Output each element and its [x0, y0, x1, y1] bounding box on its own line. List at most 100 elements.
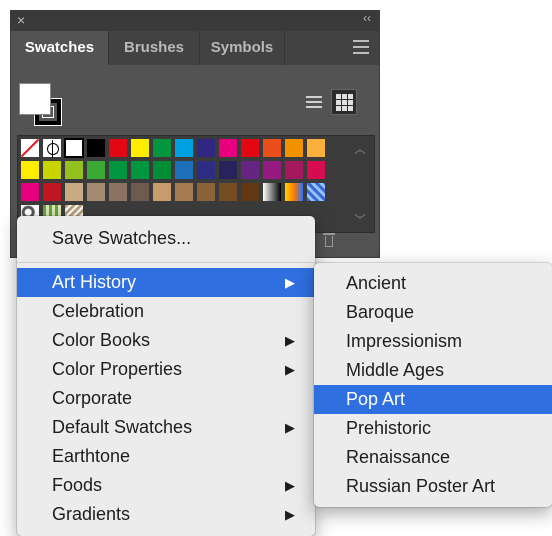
thumbnail-view-button[interactable] — [331, 89, 357, 115]
swatch[interactable] — [218, 160, 238, 180]
submenu-item-renaissance[interactable]: Renaissance — [314, 443, 552, 472]
menu-item-label: Save Swatches... — [52, 228, 192, 248]
fill-swatch[interactable] — [19, 83, 51, 115]
swatch[interactable] — [306, 182, 326, 202]
swatch[interactable] — [262, 160, 282, 180]
menu-item-label: Corporate — [52, 388, 133, 408]
menu-item-color-books[interactable]: Color Books ▶ — [17, 326, 315, 355]
swatch[interactable] — [64, 160, 84, 180]
menu-item-label: Color Books — [52, 330, 151, 350]
swatch[interactable] — [86, 138, 106, 158]
fill-stroke-widget[interactable] — [19, 83, 67, 131]
swatch[interactable] — [262, 138, 282, 158]
submenu-item-baroque[interactable]: Baroque — [314, 298, 552, 327]
swatch[interactable] — [174, 182, 194, 202]
swatch[interactable] — [64, 138, 84, 158]
scroll-down-icon[interactable]: ﹀ — [354, 211, 366, 228]
swatch[interactable] — [284, 182, 304, 202]
panel-title-bar[interactable]: × ‹‹ — [11, 11, 379, 31]
swatch[interactable] — [130, 138, 150, 158]
submenu-arrow-icon: ▶ — [285, 478, 295, 493]
swatch[interactable] — [306, 160, 326, 180]
submenu-arrow-icon: ▶ — [285, 507, 295, 522]
menu-item-color-properties[interactable]: Color Properties ▶ — [17, 355, 315, 384]
menu-item-label: Pop Art — [346, 389, 406, 409]
menu-item-label: Middle Ages — [346, 360, 445, 380]
swatch[interactable] — [240, 160, 260, 180]
submenu-item-impressionism[interactable]: Impressionism — [314, 327, 552, 356]
scroll-up-icon[interactable]: ︿ — [354, 140, 366, 157]
menu-item-label: Impressionism — [346, 331, 463, 351]
swatch[interactable] — [64, 182, 84, 202]
swatch[interactable] — [196, 138, 216, 158]
tab-divider — [284, 31, 285, 65]
menu-item-default-swatches[interactable]: Default Swatches ▶ — [17, 413, 315, 442]
swatch[interactable] — [306, 138, 326, 158]
tab-swatches[interactable]: Swatches — [11, 31, 108, 65]
swatch[interactable] — [240, 182, 260, 202]
swatch[interactable] — [130, 160, 150, 180]
swatch[interactable] — [196, 160, 216, 180]
menu-item-label: Prehistoric — [346, 418, 432, 438]
collapse-icon[interactable]: ‹‹ — [363, 11, 371, 25]
menu-item-label: Earthtone — [52, 446, 131, 466]
menu-item-save-swatches[interactable]: Save Swatches... — [17, 224, 315, 253]
menu-item-gradients[interactable]: Gradients ▶ — [17, 500, 315, 529]
menu-item-label: Celebration — [52, 301, 145, 321]
swatch[interactable] — [174, 160, 194, 180]
swatch[interactable] — [20, 138, 40, 158]
menu-separator — [17, 262, 315, 263]
menu-item-earthtone[interactable]: Earthtone — [17, 442, 315, 471]
swatch[interactable] — [108, 138, 128, 158]
swatch[interactable] — [42, 160, 62, 180]
submenu-arrow-icon: ▶ — [285, 275, 295, 290]
swatch[interactable] — [130, 182, 150, 202]
swatch[interactable] — [174, 138, 194, 158]
submenu-arrow-icon: ▶ — [285, 362, 295, 377]
menu-item-label: Russian Poster Art — [346, 476, 496, 496]
tab-symbols[interactable]: Symbols — [200, 31, 284, 65]
swatches-panel-menu: Save Swatches... Art History ▶ Celebratio… — [17, 216, 315, 536]
swatch[interactable] — [42, 138, 62, 158]
menu-item-label: Default Swatches — [52, 417, 193, 437]
panel-menu-icon[interactable] — [353, 40, 369, 58]
list-view-button[interactable] — [301, 89, 327, 115]
submenu-item-middle-ages[interactable]: Middle Ages — [314, 356, 552, 385]
menu-item-art-history[interactable]: Art History ▶ — [17, 268, 315, 297]
swatch[interactable] — [108, 182, 128, 202]
submenu-item-prehistoric[interactable]: Prehistoric — [314, 414, 552, 443]
menu-item-label: Renaissance — [346, 447, 451, 467]
swatch[interactable] — [262, 182, 282, 202]
menu-item-label: Foods — [52, 475, 103, 495]
menu-item-label: Gradients — [52, 504, 131, 524]
menu-item-label: Color Properties — [52, 359, 183, 379]
menu-item-foods[interactable]: Foods ▶ — [17, 471, 315, 500]
submenu-item-russian-poster-art[interactable]: Russian Poster Art — [314, 472, 552, 501]
swatch[interactable] — [218, 182, 238, 202]
swatch[interactable] — [86, 182, 106, 202]
swatch[interactable] — [20, 182, 40, 202]
swatch[interactable] — [152, 138, 172, 158]
swatch[interactable] — [240, 138, 260, 158]
submenu-item-pop-art[interactable]: Pop Art — [314, 385, 552, 414]
submenu-arrow-icon: ▶ — [285, 333, 295, 348]
swatch[interactable] — [284, 138, 304, 158]
swatch[interactable] — [152, 160, 172, 180]
swatch[interactable] — [284, 160, 304, 180]
swatch[interactable] — [20, 160, 40, 180]
swatch[interactable] — [218, 138, 238, 158]
panel-tabs: Swatches Brushes Symbols — [11, 31, 379, 65]
menu-item-corporate[interactable]: Corporate — [17, 384, 315, 413]
swatch[interactable] — [152, 182, 172, 202]
menu-item-celebration[interactable]: Celebration — [17, 297, 315, 326]
art-history-submenu: Ancient Baroque Impressionism Middle Age… — [314, 263, 552, 507]
swatch[interactable] — [42, 182, 62, 202]
tab-brushes[interactable]: Brushes — [109, 31, 199, 65]
swatch[interactable] — [86, 160, 106, 180]
swatch[interactable] — [196, 182, 216, 202]
close-icon[interactable]: × — [17, 12, 25, 28]
menu-item-label: Art History — [52, 272, 137, 292]
trash-icon[interactable] — [323, 233, 335, 247]
submenu-item-ancient[interactable]: Ancient — [314, 269, 552, 298]
swatch[interactable] — [108, 160, 128, 180]
